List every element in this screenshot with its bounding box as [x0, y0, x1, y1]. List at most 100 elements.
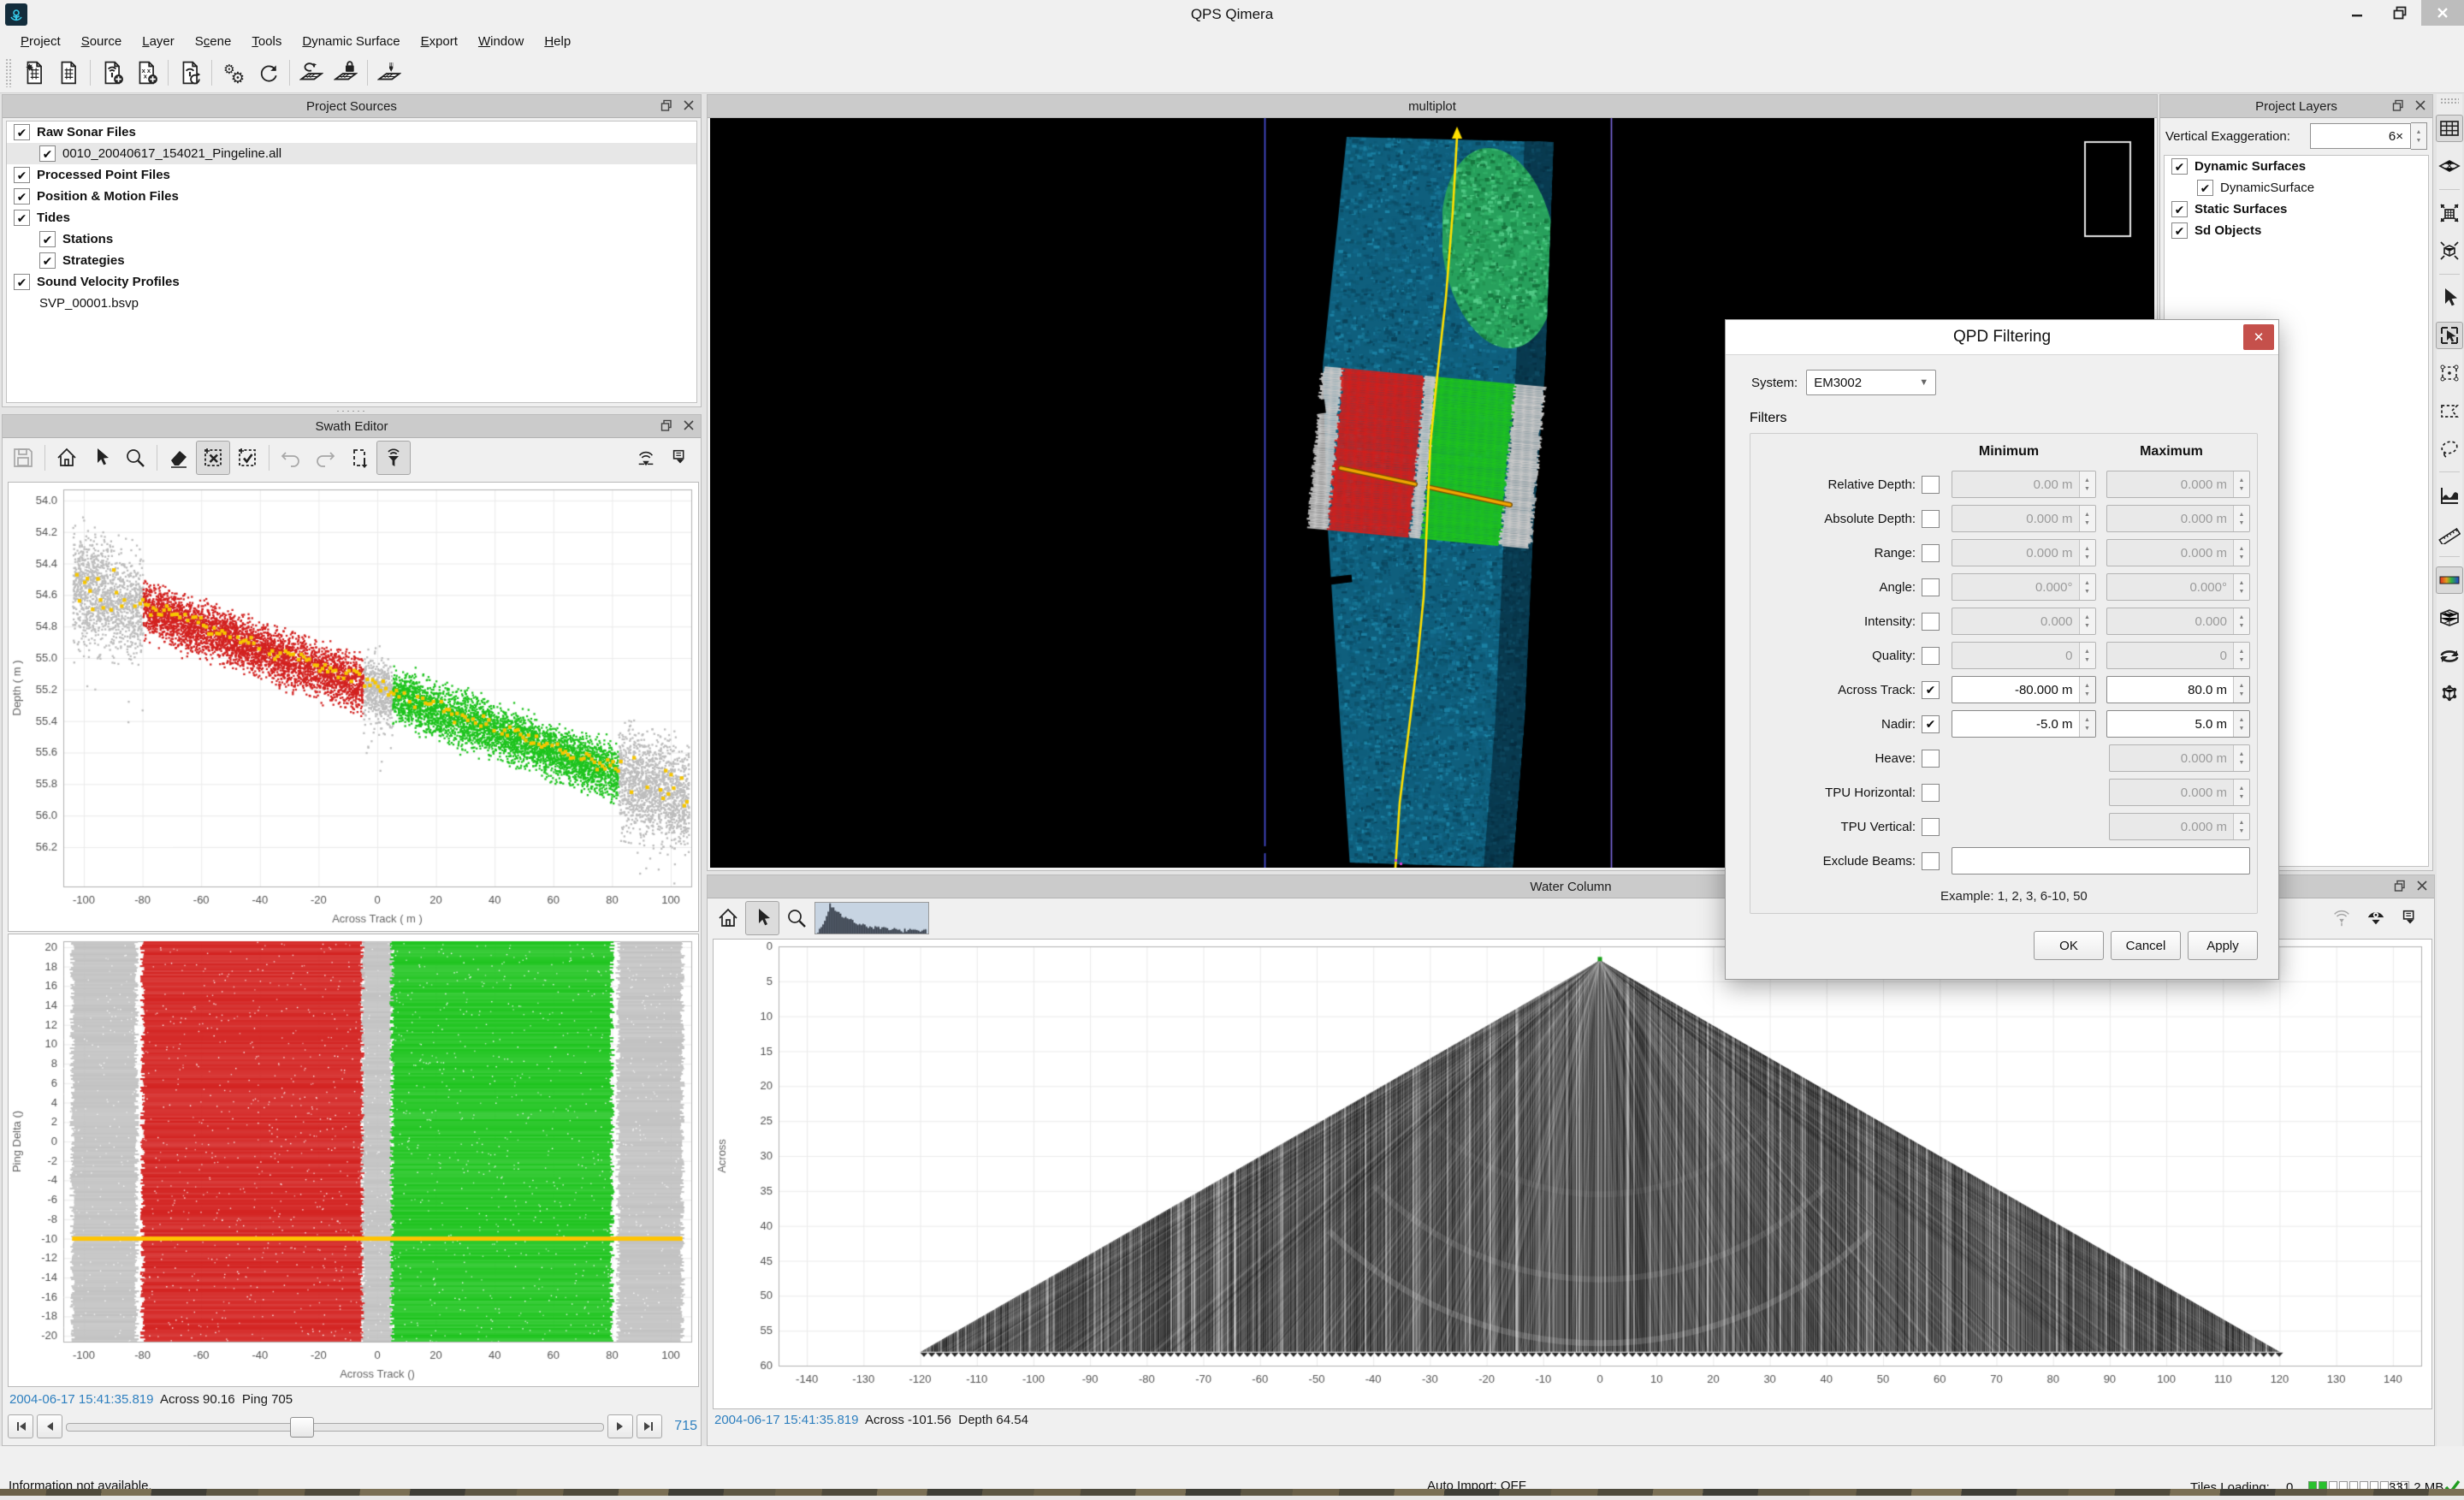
filter-checkbox[interactable]: ✔ [1922, 681, 1940, 699]
accept-points-icon[interactable] [230, 441, 264, 475]
float-panel-icon[interactable] [2390, 98, 2406, 113]
prev-ping-button[interactable] [37, 1414, 62, 1438]
polygon-select-icon[interactable] [2436, 397, 2463, 424]
source-item[interactable]: ✔0010_20040617_154021_Pingeline.all [7, 143, 696, 164]
filter-checkbox[interactable] [1922, 476, 1940, 494]
close-panel-icon[interactable] [2413, 98, 2428, 113]
surface-layer-icon[interactable] [2436, 152, 2463, 180]
home-icon[interactable] [711, 901, 745, 935]
filter-checkbox[interactable] [1922, 784, 1940, 802]
swath-depth-plot[interactable] [8, 482, 699, 932]
ping-slider[interactable] [66, 1415, 604, 1438]
cancel-button[interactable]: Cancel [2111, 931, 2181, 960]
zoom-icon[interactable] [118, 441, 152, 475]
filter-funnel-icon[interactable] [376, 441, 411, 475]
surface-rotate-icon[interactable] [294, 56, 329, 90]
layer-item[interactable]: ✔Dynamic Surfaces [2165, 156, 2428, 177]
filter-checkbox[interactable] [1922, 510, 1940, 528]
menu-scene[interactable]: Scene [185, 32, 242, 51]
filter-checkbox[interactable] [1922, 578, 1940, 596]
swath-pingdelta-plot[interactable] [8, 934, 699, 1387]
source-item[interactable]: ✔Sound Velocity Profiles [7, 271, 696, 293]
home-icon[interactable] [50, 441, 84, 475]
spinner-buttons[interactable]: ▲▼ [2079, 711, 2095, 737]
checkbox[interactable]: ✔ [14, 274, 30, 290]
first-ping-button[interactable] [8, 1414, 33, 1438]
next-ping-button[interactable] [607, 1414, 633, 1438]
panel-splitter[interactable] [0, 408, 700, 414]
apply-button[interactable]: Apply [2188, 931, 2258, 960]
cursor-icon[interactable] [84, 441, 118, 475]
eraser-icon[interactable] [162, 441, 196, 475]
filter-checkbox[interactable] [1922, 818, 1940, 836]
water-column-canvas[interactable] [714, 940, 2431, 1408]
filter-value-field[interactable]: 80.0 m▲▼ [2106, 676, 2251, 703]
ping-slider-handle[interactable] [290, 1417, 314, 1438]
select-rect-cursor-icon[interactable] [2436, 322, 2463, 349]
menu-export[interactable]: Export [411, 32, 468, 51]
checkbox[interactable]: ✔ [14, 124, 30, 140]
reject-points-icon[interactable] [196, 441, 230, 475]
float-panel-icon[interactable] [659, 98, 674, 113]
ok-button[interactable]: OK [2034, 931, 2104, 960]
add-svp-icon[interactable] [173, 56, 207, 90]
restore-button[interactable] [2378, 0, 2421, 26]
profile-chart-icon[interactable] [2436, 482, 2463, 509]
menu-tools[interactable]: Tools [241, 32, 292, 51]
close-panel-icon[interactable] [681, 98, 696, 113]
checkbox[interactable]: ✔ [2171, 158, 2188, 175]
gears-icon[interactable]: ⚙⚙ [216, 56, 251, 90]
source-item[interactable]: ✔Position & Motion Files [7, 186, 696, 207]
open-project-icon[interactable] [51, 56, 86, 90]
vertical-exaggeration-field[interactable]: 6× [2310, 123, 2411, 149]
menu-help[interactable]: Help [534, 32, 581, 51]
menu-window[interactable]: Window [468, 32, 534, 51]
add-processed-points-icon[interactable]: x xx [129, 56, 163, 90]
swath-pingdelta-canvas[interactable] [9, 934, 698, 1386]
close-panel-icon[interactable] [681, 418, 696, 433]
close-button[interactable] [2421, 0, 2464, 26]
checkbox[interactable]: ✔ [2171, 201, 2188, 217]
water-column-plot[interactable] [713, 939, 2432, 1409]
lasso-select-icon[interactable] [2436, 435, 2463, 462]
spinner-buttons[interactable]: ▲▼ [2233, 677, 2249, 703]
system-combobox[interactable]: EM3002▼ [1806, 370, 1936, 395]
float-panel-icon[interactable] [2392, 878, 2408, 893]
layer-item[interactable]: ✔DynamicSurface [2165, 177, 2428, 199]
checkbox[interactable]: ✔ [14, 188, 30, 205]
menu-project[interactable]: Project [10, 32, 71, 51]
filter-value-field[interactable]: -80.000 m▲▼ [1952, 676, 2096, 703]
source-item[interactable]: ✔Raw Sonar Files [7, 122, 696, 143]
surface-lock-icon[interactable] [329, 56, 363, 90]
checkbox[interactable]: ✔ [2171, 222, 2188, 239]
checkbox[interactable]: ✔ [14, 167, 30, 183]
menu-dynamic-surface[interactable]: Dynamic Surface [292, 32, 410, 51]
swath-depth-canvas[interactable] [9, 483, 698, 931]
vertical-exaggeration-spinner[interactable]: ▲▼ [2411, 122, 2427, 150]
zoom-extent-grid-icon[interactable] [2436, 199, 2463, 227]
sonar-view-icon[interactable] [2359, 901, 2393, 935]
dialog-close-icon[interactable]: ✕ [2243, 324, 2274, 350]
source-item[interactable]: ✔Stations [7, 228, 696, 250]
filter-value-field[interactable]: -5.0 m▲▼ [1952, 710, 2096, 738]
spinner-buttons[interactable]: ▲▼ [2079, 677, 2095, 703]
zoom-extent-cube-icon[interactable] [2436, 237, 2463, 264]
sonar-settings-icon[interactable] [629, 441, 663, 475]
panel-menu-icon[interactable] [663, 441, 697, 475]
minimize-button[interactable] [2336, 0, 2378, 26]
close-panel-icon[interactable] [2414, 878, 2430, 893]
filter-checkbox[interactable] [1922, 613, 1940, 631]
checkbox[interactable]: ✔ [39, 252, 56, 269]
layer-item[interactable]: ✔Static Surfaces [2165, 199, 2428, 220]
reprocess-icon[interactable] [251, 56, 285, 90]
float-panel-icon[interactable] [659, 418, 674, 433]
rotate-view-icon[interactable] [2436, 642, 2463, 669]
cube-nodes-icon[interactable] [2436, 679, 2463, 707]
source-item[interactable]: ✔Strategies [7, 250, 696, 271]
ruler-icon[interactable] [2436, 519, 2463, 547]
surface-pin-icon[interactable] [372, 56, 406, 90]
histogram-widget[interactable] [814, 901, 930, 935]
zoom-icon[interactable] [779, 901, 814, 935]
grid-3d-icon[interactable] [2436, 604, 2463, 631]
filter-value-field[interactable]: 5.0 m▲▼ [2106, 710, 2251, 738]
